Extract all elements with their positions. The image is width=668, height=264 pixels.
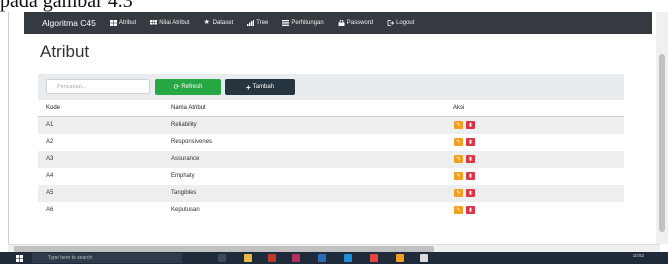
row-kode: A4: [46, 173, 54, 179]
logout-icon: [387, 20, 395, 26]
trash-icon: ▮: [469, 139, 472, 145]
photos-icon[interactable]: [420, 254, 428, 262]
edit-button[interactable]: ✎: [454, 155, 463, 163]
delete-button[interactable]: ▮: [466, 206, 475, 214]
row-kode: A1: [46, 122, 54, 128]
trash-icon: ▮: [469, 156, 472, 162]
nav-item-label: Dataset: [212, 20, 234, 26]
row-nama: Reliability: [171, 122, 197, 128]
edit-icon: ✎: [456, 122, 461, 128]
edit-button[interactable]: ✎: [454, 121, 463, 129]
row-kode: A2: [46, 139, 54, 145]
nav-item-label: Perhitungan: [291, 20, 324, 26]
header-kode: Kode: [46, 105, 61, 111]
nav-item-dataset[interactable]: ★ Dataset: [203, 19, 234, 26]
edit-icon: ✎: [456, 207, 461, 213]
vertical-scrollbar[interactable]: [656, 12, 668, 244]
search-input[interactable]: Pencarian...: [46, 79, 150, 94]
delete-button[interactable]: ▮: [466, 189, 475, 197]
filezilla-icon[interactable]: [268, 254, 276, 262]
table-row: A1 Reliability ✎ ▮: [38, 117, 624, 134]
nav-item-atribut[interactable]: Atribut: [109, 20, 137, 26]
xampp-icon[interactable]: [396, 254, 404, 262]
nav-item-perhitungan[interactable]: Perhitungan: [282, 20, 324, 26]
edit-button[interactable]: ✎: [454, 189, 463, 197]
trash-icon: ▮: [469, 173, 472, 179]
trash-icon: ▮: [469, 207, 472, 213]
table-icon: [109, 20, 117, 26]
task-view-icon[interactable]: [218, 254, 226, 262]
windows-start-icon[interactable]: [16, 255, 23, 262]
nav-item-label: Password: [346, 20, 374, 26]
table-row: A6 Keputusan ✎ ▮: [38, 202, 624, 219]
table-row: A3 Assurance ✎ ▮: [38, 151, 624, 168]
nav-item-tree[interactable]: Tree: [247, 20, 268, 26]
nav-item-label: Tree: [256, 20, 269, 26]
nav-item-label: Atribut: [118, 20, 137, 26]
nav-item-label: Logout: [396, 20, 415, 26]
row-nama: Keputusan: [171, 207, 200, 213]
add-label: Tambah: [252, 84, 275, 90]
table-row: A4 Emphaty ✎ ▮: [38, 168, 624, 185]
word-icon[interactable]: [318, 254, 326, 262]
brand-title[interactable]: Algoritma C45: [42, 18, 96, 28]
refresh-icon: ⟳: [173, 84, 180, 91]
atribut-panel: Pencarian... ⟳ Refresh + Tambah Kode Nam…: [38, 74, 624, 222]
row-kode: A5: [46, 190, 54, 196]
taskbar-search-input[interactable]: Type here to search: [32, 253, 182, 263]
table-row: A2 Responsivenes ✎ ▮: [38, 134, 624, 151]
system-clock[interactable]: 10:52: [633, 253, 644, 258]
trash-icon: ▮: [469, 190, 472, 196]
row-nama: Responsivenes: [171, 139, 213, 145]
row-nama: Assurance: [171, 156, 200, 162]
bar-chart-icon: [247, 20, 255, 26]
add-button[interactable]: + Tambah: [225, 79, 295, 95]
windows-taskbar: Type here to search 10:52: [0, 252, 668, 264]
edit-icon: ✎: [456, 139, 461, 145]
file-explorer-icon[interactable]: [244, 254, 252, 262]
table-header: Kode Nama Atribut Aksi: [38, 102, 624, 117]
header-aksi: Aksi: [453, 105, 465, 111]
row-kode: A3: [46, 156, 54, 162]
vertical-scroll-thumb[interactable]: [659, 54, 665, 232]
nav-item-password[interactable]: Password: [338, 20, 373, 26]
row-nama: Emphaty: [171, 173, 195, 179]
delete-button[interactable]: ▮: [466, 155, 475, 163]
edit-button[interactable]: ✎: [454, 172, 463, 180]
edit-icon: ✎: [456, 190, 461, 196]
app-icon[interactable]: [292, 254, 300, 262]
chrome-icon[interactable]: [370, 254, 378, 262]
delete-button[interactable]: ▮: [466, 138, 475, 146]
toolbar: Pencarian... ⟳ Refresh + Tambah: [38, 74, 624, 100]
refresh-button[interactable]: ⟳ Refresh: [155, 79, 221, 95]
edit-icon: ✎: [456, 156, 461, 162]
top-navbar: Algoritma C45 Atribut Nilai Atribut ★ Da…: [24, 12, 652, 34]
grid-icon: [150, 20, 158, 25]
star-icon: ★: [203, 19, 210, 26]
row-kode: A6: [46, 207, 54, 213]
page-title: Atribut: [40, 42, 90, 61]
edit-button[interactable]: ✎: [454, 206, 463, 214]
header-nama-atribut: Nama Atribut: [171, 105, 206, 111]
nav-item-label: Nilai Atribut: [159, 20, 190, 26]
nav-item-nilai-atribut[interactable]: Nilai Atribut: [150, 20, 190, 26]
document-caption: pada gambar 4.3: [0, 0, 133, 12]
plus-icon: +: [245, 82, 251, 92]
edge-icon[interactable]: [344, 254, 352, 262]
edit-button[interactable]: ✎: [454, 138, 463, 146]
list-icon: [282, 20, 290, 26]
table-row: A5 Tangibles ✎ ▮: [38, 185, 624, 202]
refresh-label: Refresh: [181, 84, 203, 90]
delete-button[interactable]: ▮: [466, 121, 475, 129]
row-nama: Tangibles: [171, 190, 197, 196]
delete-button[interactable]: ▮: [466, 172, 475, 180]
edit-icon: ✎: [456, 173, 461, 179]
lock-icon: [338, 20, 345, 26]
trash-icon: ▮: [469, 122, 472, 128]
nav-item-logout[interactable]: Logout: [387, 20, 414, 26]
